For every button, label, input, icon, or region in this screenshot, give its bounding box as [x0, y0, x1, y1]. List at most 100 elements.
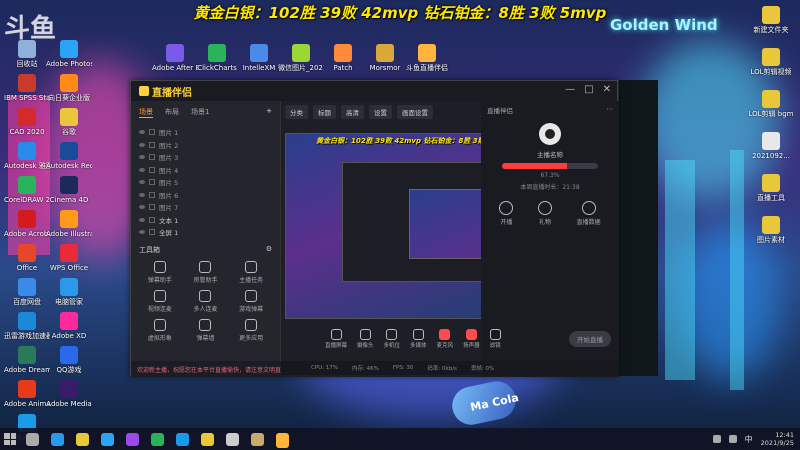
desktop-icon[interactable]: Office — [4, 244, 50, 272]
visibility-icon[interactable] — [139, 167, 145, 172]
add-tab-icon[interactable]: + — [266, 107, 272, 118]
settings-icon[interactable]: ⚙ — [266, 245, 272, 255]
mic-button[interactable]: 麦克风 — [437, 329, 453, 349]
desktop-icon[interactable]: Adobe After Effects CC — [152, 44, 198, 72]
taskbar-app-search-icon[interactable] — [26, 432, 39, 446]
desktop-icon[interactable]: 迅雷游戏加速器 — [4, 312, 50, 340]
lock-icon[interactable] — [149, 216, 155, 223]
taskbar-app-qq[interactable] — [176, 432, 189, 446]
desktop-icon[interactable]: Adobe Dreamweaver — [4, 346, 50, 374]
desktop-icon[interactable]: Adobe Illustrator — [46, 210, 92, 238]
tab-scenes[interactable]: 场景 — [139, 107, 153, 118]
source-item[interactable]: 图片 1 — [139, 126, 272, 139]
avatar[interactable] — [539, 123, 561, 145]
lock-icon[interactable] — [149, 204, 155, 211]
system-clock[interactable]: 12:41 2021/9/25 — [761, 431, 794, 447]
desktop-icon[interactable]: Adobe Media — [46, 380, 92, 408]
desktop-icon[interactable]: Adobe Photoshop — [46, 40, 92, 68]
start-action[interactable]: 开播 — [499, 201, 514, 226]
streaming-app-window[interactable]: 直播伴侣 — □ ✕ 场景 布局 场景1 + 图片 1 图片 2 图片 3 图片 4图… — [130, 80, 619, 377]
desktop-icon[interactable]: 回收站 — [4, 40, 50, 68]
desktop-icon[interactable]: Cinema 4D — [46, 176, 92, 204]
desktop-icon[interactable]: 微信图片_2021... — [278, 44, 324, 72]
media-button[interactable]: 多媒体 — [410, 329, 427, 349]
tool-button[interactable]: 主播任务 — [228, 260, 274, 284]
lock-icon[interactable] — [149, 191, 155, 198]
tool-button[interactable]: 弹幕墙 — [183, 318, 229, 342]
lock-icon[interactable] — [149, 154, 155, 161]
taskbar-app-search2[interactable] — [226, 432, 239, 446]
tab-scene1[interactable]: 场景1 — [191, 107, 209, 118]
go-live-button[interactable]: 开始直播 — [569, 331, 611, 347]
desktop-icon[interactable]: Autodesk 雅图 — [4, 142, 50, 170]
desktop-icon[interactable]: WPS Office — [46, 244, 92, 272]
desktop-icon[interactable]: Autodesk Recap — [46, 142, 92, 170]
source-item[interactable]: 图片 2 — [139, 139, 272, 152]
tool-button[interactable]: 视频连麦 — [137, 289, 183, 313]
taskbar-app-photoshop[interactable] — [101, 432, 114, 446]
visibility-icon[interactable] — [139, 155, 145, 160]
desktop-icon[interactable]: Adobe Acrobat — [4, 210, 50, 238]
taskbar-app-chrome[interactable] — [76, 432, 89, 446]
visibility-icon[interactable] — [139, 130, 145, 135]
maximize-icon[interactable]: □ — [584, 84, 593, 95]
source-item[interactable]: 图片 6 — [139, 189, 272, 202]
tool-button[interactable]: 房管助手 — [183, 260, 229, 284]
desktop-icon[interactable]: IBM SPSS Statistics 21 — [4, 74, 50, 102]
tool-button[interactable]: 多人连麦 — [183, 289, 229, 313]
desktop-icon[interactable]: LOL剪辑 bgm — [748, 90, 794, 118]
source-item[interactable]: 全屏 1 — [139, 226, 272, 239]
source-item[interactable]: 图片 5 — [139, 176, 272, 189]
desktop-icon[interactable]: 2021092... — [748, 132, 794, 160]
quality-pill[interactable]: 高清 — [341, 105, 364, 119]
tool-button[interactable]: 游戏弹幕 — [228, 289, 274, 313]
lock-icon[interactable] — [149, 179, 155, 186]
desktop-icon[interactable]: 图片素材 — [748, 216, 794, 244]
desktop-icon[interactable]: Patch — [320, 44, 366, 72]
source-item[interactable]: 图片 7 — [139, 201, 272, 214]
desktop-icon[interactable]: CorelDRAW 2020 (64 ...) — [4, 176, 50, 204]
network-icon[interactable] — [712, 435, 721, 443]
data-action[interactable]: 直播数据 — [577, 201, 601, 226]
lock-icon[interactable] — [149, 129, 155, 136]
taskbar-app-wechat[interactable] — [151, 432, 164, 446]
taskbar-app-douyu[interactable] — [276, 432, 289, 446]
filter-button[interactable]: 滤镜 — [489, 329, 501, 349]
desktop-icon[interactable]: 新建文件夹 — [748, 6, 794, 34]
desktop-icon[interactable]: Adobe Animate — [4, 380, 50, 408]
gift-action[interactable]: 礼物 — [537, 201, 552, 226]
desktop-icon[interactable]: IntelleXM — [236, 44, 282, 72]
taskbar-app-chrome2[interactable] — [201, 432, 214, 446]
visibility-icon[interactable] — [139, 230, 145, 235]
visibility-icon[interactable] — [139, 217, 145, 222]
visibility-icon[interactable] — [139, 205, 145, 210]
visibility-icon[interactable] — [139, 142, 145, 147]
screen-settings-pill[interactable]: 画面设置 — [397, 105, 433, 119]
close-icon[interactable]: ✕ — [603, 84, 611, 95]
tool-button[interactable]: 更多应用 — [228, 318, 274, 342]
source-item[interactable]: 文本 1 — [139, 214, 272, 227]
desktop-icon[interactable]: Adobe XD — [46, 312, 92, 340]
tool-button[interactable]: 虚拟形象 — [137, 318, 183, 342]
start-menu-icon[interactable] — [4, 433, 16, 445]
source-item[interactable]: 图片 3 — [139, 151, 272, 164]
camera-button[interactable]: 摄像头 — [357, 329, 374, 349]
tab-layout[interactable]: 布局 — [165, 107, 179, 118]
desktop-icon[interactable]: 百度网盘 — [4, 278, 50, 306]
app-titlebar[interactable]: 直播伴侣 — □ ✕ — [131, 81, 617, 101]
desktop-icon[interactable]: 电脑管家 — [46, 278, 92, 306]
taskbar-app-edge[interactable] — [51, 432, 64, 446]
desktop-icon[interactable]: 直播工具 — [748, 174, 794, 202]
desktop-icon[interactable]: 谷歌 — [46, 108, 92, 136]
desktop-icon[interactable]: CAD 2020 — [4, 108, 50, 136]
desktop-icon[interactable]: 斗鱼直播伴侣 — [404, 44, 450, 72]
minimize-icon[interactable]: — — [565, 84, 575, 95]
taskbar-app-lol[interactable] — [251, 432, 264, 446]
source-item[interactable]: 图片 4 — [139, 164, 272, 177]
ime-indicator[interactable]: 中 — [745, 434, 753, 445]
lock-icon[interactable] — [149, 141, 155, 148]
taskbar-app-premiere[interactable] — [126, 432, 139, 446]
desktop-icon[interactable]: ClickCharts — [194, 44, 240, 72]
desktop-icon[interactable]: Morsmor — [362, 44, 408, 72]
settings-pill[interactable]: 设置 — [369, 105, 392, 119]
